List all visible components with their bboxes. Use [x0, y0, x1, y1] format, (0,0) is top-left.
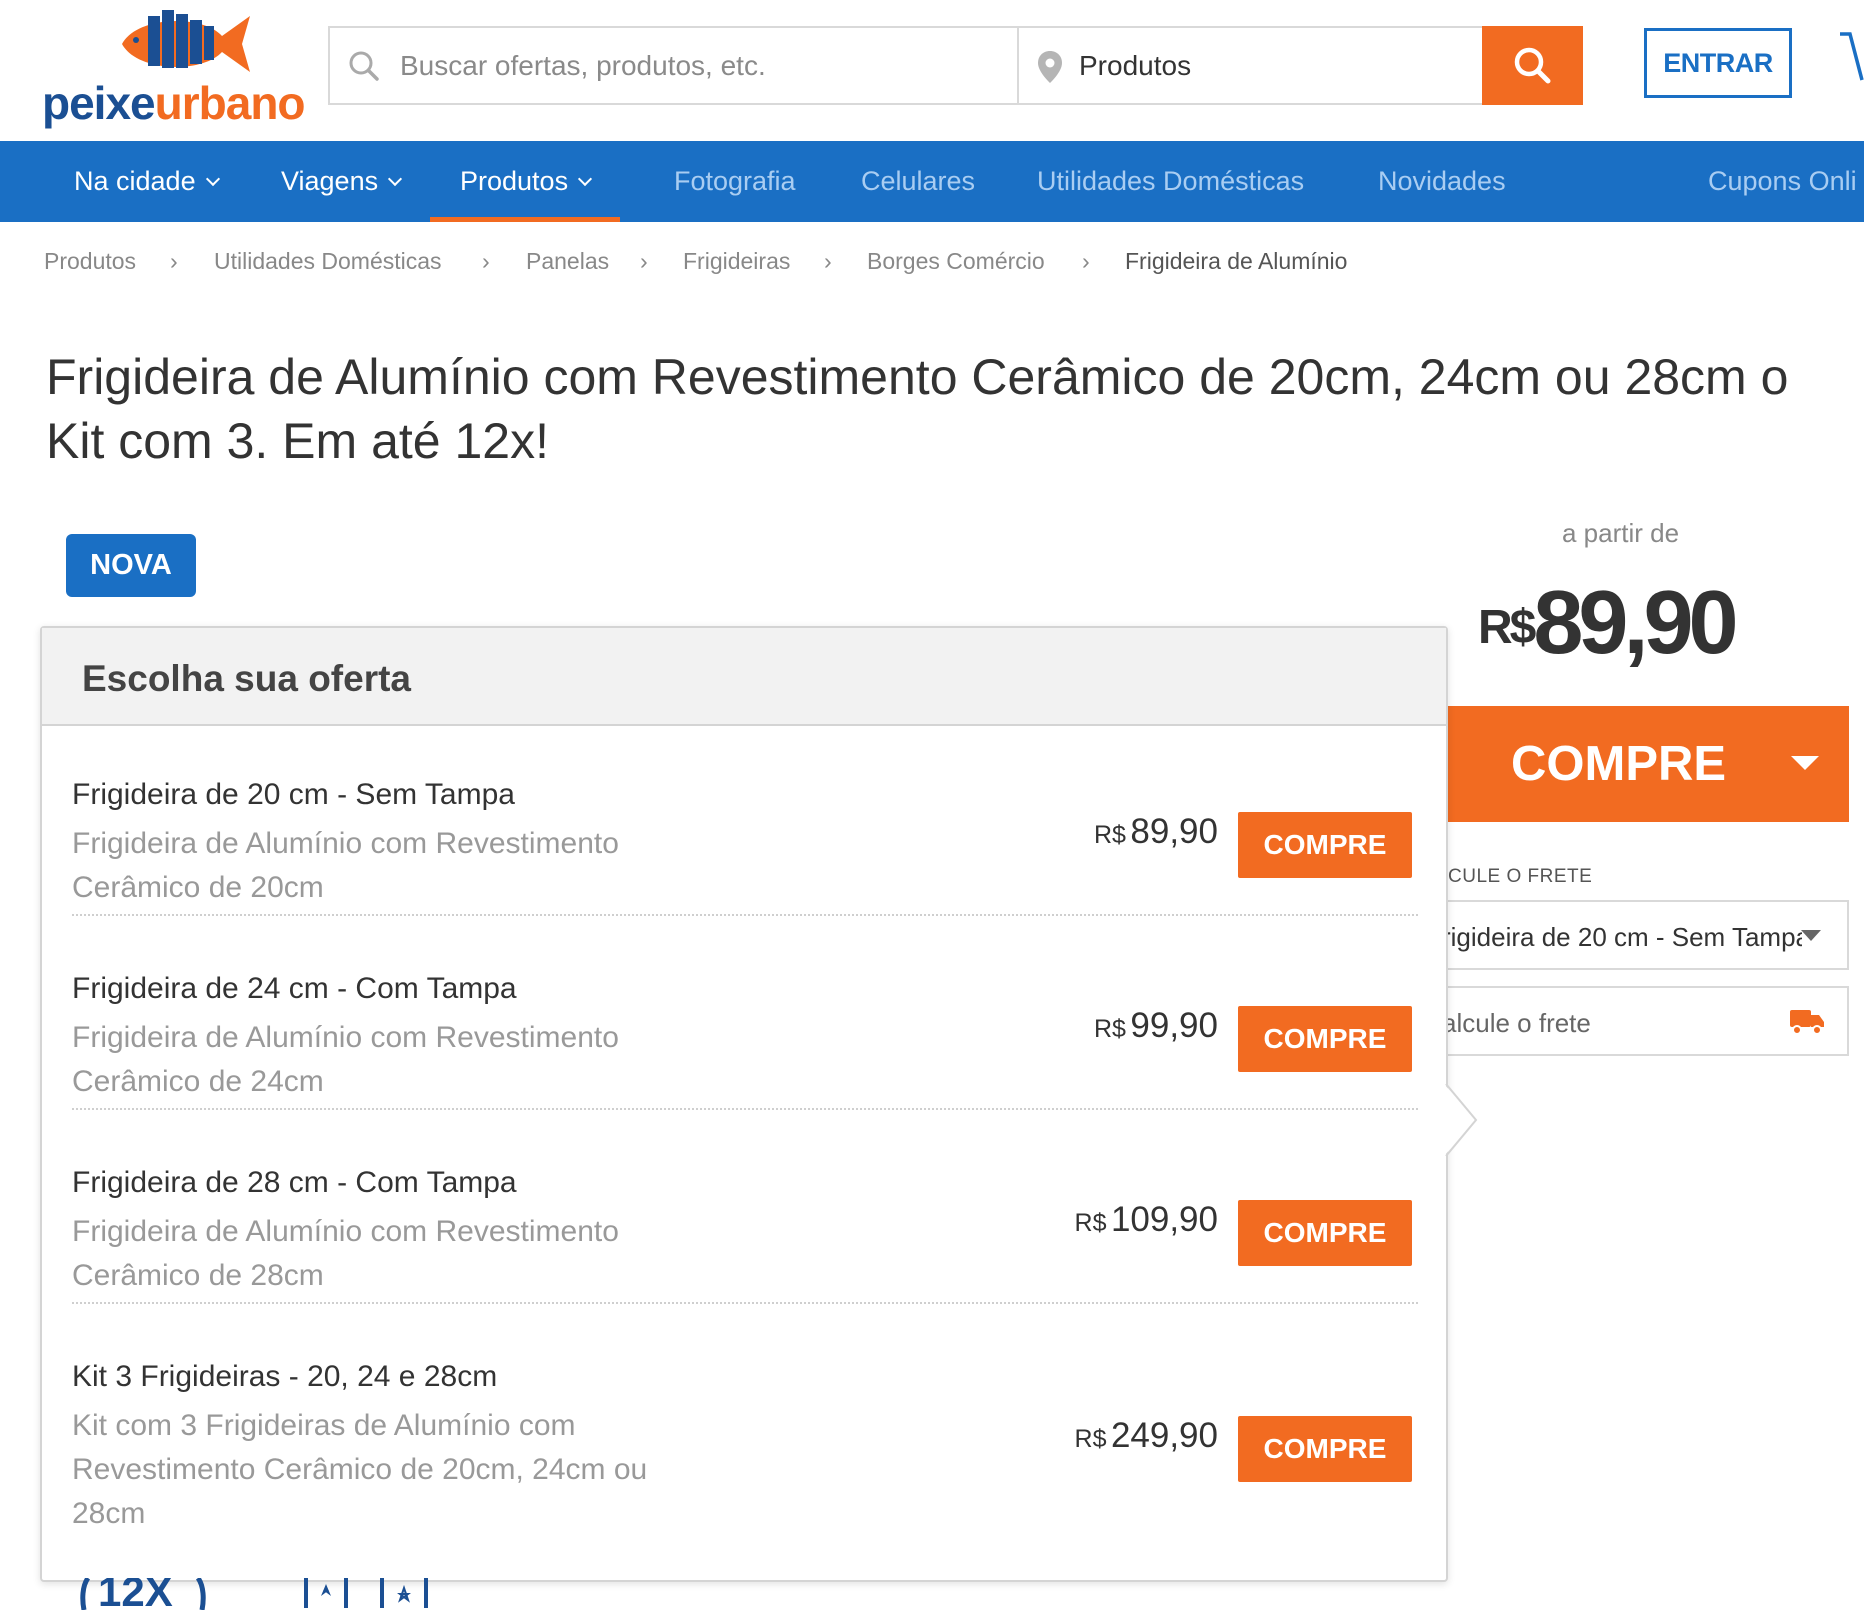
nav-item-cupons-online[interactable]: Cupons Onli [1708, 141, 1857, 222]
breadcrumb-separator: › [170, 248, 178, 274]
nav-item-celulares[interactable]: Celulares [861, 141, 975, 222]
location-pin-icon [1038, 51, 1062, 83]
offer-row: Kit 3 Frigideiras - 20, 24 e 28cm Kit co… [72, 1360, 1418, 1550]
logo-wordmark: peixeurbano [42, 77, 306, 129]
offer-row: Frigideira de 20 cm - Sem Tampa Frigidei… [72, 778, 1418, 916]
truck-icon[interactable] [1789, 1006, 1825, 1036]
location-select[interactable]: Produtos [1017, 26, 1483, 105]
svg-text:12X: 12X [98, 1578, 173, 1610]
breadcrumb-current: Frigideira de Alumínio [1125, 248, 1348, 274]
popup-pointer-arrow [1444, 1083, 1478, 1157]
nav-item-na-cidade[interactable]: Na cidade [74, 141, 220, 222]
rating-badge-icon [304, 1578, 348, 1608]
offer-price: R$ 89,90 [1093, 812, 1218, 851]
login-button[interactable]: ENTRAR [1644, 28, 1792, 98]
offer-description: Kit com 3 Frigideiras de Alumínio com Re… [72, 1409, 648, 1530]
breadcrumb-item[interactable]: Utilidades Domésticas [214, 248, 442, 275]
breadcrumb-separator: › [482, 248, 490, 274]
breadcrumb-separator: › [640, 248, 648, 274]
breadcrumb-item[interactable]: Panelas [526, 248, 609, 275]
offer-buy-button[interactable]: COMPRE [1238, 1416, 1412, 1482]
offer-name: Frigideira de 28 cm - Com Tampa [72, 1166, 517, 1199]
nav-item-novidades[interactable]: Novidades [1378, 141, 1506, 222]
shipping-option-select[interactable]: rigideira de 20 cm - Sem Tampa [1420, 900, 1849, 970]
chevron-down-icon [388, 171, 403, 187]
location-value: Produtos [1079, 50, 1192, 81]
offer-name: Frigideira de 24 cm - Com Tampa [72, 972, 517, 1005]
favorite-badge-icon [380, 1578, 428, 1608]
peixeurbano-logo[interactable]: peixeurbano [42, 8, 306, 130]
page-title: Frigideira de Alumínio com Revestimento … [46, 345, 1864, 473]
offers-heading: Escolha sua oferta [82, 658, 412, 699]
nav-item-produtos[interactable]: Produtos [429, 141, 621, 222]
main-price-currency: R$ [1478, 601, 1536, 654]
search-button[interactable] [1482, 26, 1583, 105]
cart-icon[interactable] [1838, 30, 1864, 90]
installments-icon: 12X [80, 1578, 206, 1610]
offer-row: Frigideira de 24 cm - Com Tampa Frigidei… [72, 972, 1418, 1110]
caret-down-icon [1791, 756, 1819, 770]
nav-item-fotografia[interactable]: Fotografia [674, 141, 796, 222]
chevron-down-icon [578, 171, 593, 187]
header: peixeurbano Produtos ENTRAR [0, 0, 1864, 141]
main-buy-button[interactable]: COMPRE [1448, 706, 1849, 822]
fish-logo-icon [122, 10, 250, 72]
search-icon [1514, 47, 1551, 84]
offer-buy-button[interactable]: COMPRE [1238, 1006, 1412, 1072]
breadcrumb-item[interactable]: Frigideiras [683, 248, 790, 275]
offer-description: Frigideira de Alumínio com Revestimento … [72, 827, 619, 904]
shipping-option-value: rigideira de 20 cm - Sem Tampa [1442, 922, 1802, 952]
feature-icons: 12X [80, 1578, 428, 1610]
offer-price: R$ 109,90 [1074, 1200, 1218, 1239]
breadcrumb-item[interactable]: Borges Comércio [867, 248, 1045, 275]
main-nav: Na cidade Viagens Produtos Fotografia Ce… [0, 141, 1864, 222]
price-from-label: a partir de [1562, 518, 1680, 548]
page-title-line-1: Frigideira de Alumínio com Revestimento … [46, 349, 1789, 405]
breadcrumb-separator: › [824, 248, 832, 274]
main-price-value: 89,90 [1533, 573, 1738, 673]
nav-item-viagens[interactable]: Viagens [281, 141, 403, 222]
offer-description: Frigideira de Alumínio com Revestimento … [72, 1215, 619, 1292]
nav-item-utilidades-domesticas[interactable]: Utilidades Domésticas [1037, 141, 1304, 222]
search-icon [349, 51, 379, 81]
offers-header: Escolha sua oferta [42, 628, 1446, 726]
search-input[interactable] [400, 28, 1000, 103]
shipping-cep-input[interactable]: alcule o frete [1420, 986, 1849, 1056]
offer-description: Frigideira de Alumínio com Revestimento … [72, 1021, 619, 1098]
offer-price: R$ 249,90 [1074, 1416, 1218, 1455]
offer-buy-button[interactable]: COMPRE [1238, 1200, 1412, 1266]
new-badge: NOVA [66, 534, 196, 597]
offer-name: Kit 3 Frigideiras - 20, 24 e 28cm [72, 1360, 498, 1393]
offer-row: Frigideira de 28 cm - Com Tampa Frigidei… [72, 1166, 1418, 1304]
search-bar [328, 26, 1018, 105]
main-buy-label: COMPRE [1511, 737, 1727, 791]
offer-name: Frigideira de 20 cm - Sem Tampa [72, 778, 515, 811]
shipping-label: CULE O FRETE [1448, 866, 1593, 887]
main-price: R$89,90 [1478, 572, 1739, 675]
page-title-line-2: Kit com 3. Em até 12x! [46, 413, 549, 469]
offer-buy-button[interactable]: COMPRE [1238, 812, 1412, 878]
offers-popup: Escolha sua oferta Frigideira de 20 cm -… [40, 626, 1448, 1582]
caret-down-icon [1801, 930, 1821, 941]
shipping-cep-placeholder: alcule o frete [1442, 1008, 1591, 1038]
breadcrumb-separator: › [1082, 248, 1090, 274]
breadcrumb-item[interactable]: Produtos [44, 248, 136, 275]
offer-price: R$ 99,90 [1093, 1006, 1218, 1045]
chevron-down-icon [205, 171, 220, 187]
